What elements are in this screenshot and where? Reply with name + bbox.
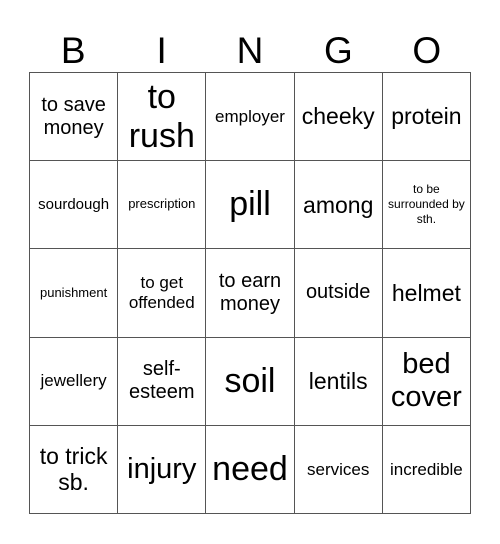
- bingo-cell[interactable]: self-esteem: [118, 337, 207, 426]
- bingo-cell[interactable]: to be surrounded by sth.: [382, 161, 471, 250]
- header-letter-b: B: [60, 29, 86, 71]
- bingo-cell[interactable]: employer: [206, 73, 295, 162]
- bingo-cell[interactable]: prescription: [118, 161, 207, 250]
- header-letter-n: N: [236, 29, 264, 71]
- bingo-cell[interactable]: punishment: [30, 249, 119, 338]
- bingo-cell[interactable]: to earn money: [206, 249, 295, 338]
- header-letter-i: I: [156, 29, 167, 71]
- bingo-cell[interactable]: sourdough: [30, 161, 119, 250]
- bingo-cell[interactable]: pill: [206, 161, 295, 250]
- bingo-cell[interactable]: cheeky: [294, 73, 383, 162]
- bingo-cell[interactable]: services: [294, 425, 383, 514]
- bingo-cell[interactable]: outside: [294, 249, 383, 338]
- bingo-cell[interactable]: protein: [382, 73, 471, 162]
- bingo-cell[interactable]: to trick sb.: [30, 425, 119, 514]
- bingo-cell[interactable]: to save money: [30, 73, 119, 162]
- bingo-cell[interactable]: among: [294, 161, 383, 250]
- bingo-cell[interactable]: incredible: [382, 425, 471, 514]
- bingo-cell[interactable]: jewellery: [30, 337, 119, 426]
- bingo-cell[interactable]: lentils: [294, 337, 383, 426]
- bingo-cell[interactable]: soil: [206, 337, 295, 426]
- bingo-header: B I N G O: [29, 28, 471, 72]
- bingo-grid: to save money to rush employer cheeky pr…: [29, 72, 471, 514]
- bingo-cell[interactable]: need: [206, 425, 295, 514]
- bingo-cell[interactable]: injury: [118, 425, 207, 514]
- bingo-cell[interactable]: to rush: [118, 73, 207, 162]
- bingo-cell[interactable]: to get offended: [118, 249, 207, 338]
- bingo-cell[interactable]: bed cover: [382, 337, 471, 426]
- bingo-cell[interactable]: helmet: [382, 249, 471, 338]
- header-letter-o: O: [412, 29, 442, 71]
- header-letter-g: G: [324, 29, 353, 71]
